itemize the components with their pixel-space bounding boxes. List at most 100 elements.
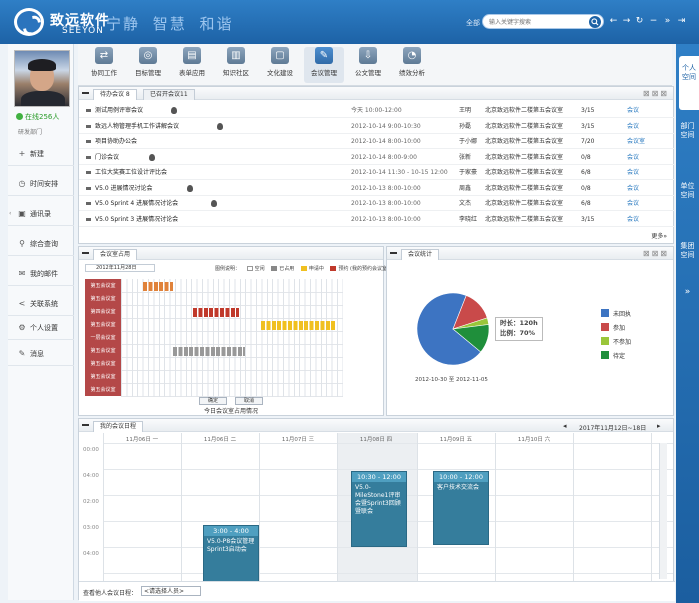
- sidebar-item-messages[interactable]: ✎ 消息: [8, 342, 74, 366]
- room-name[interactable]: 第五会议室: [85, 370, 121, 384]
- meeting-row[interactable]: V5.0 Sprint 4 进展情况讨论会 2012-10-13 8:00-10:…: [79, 196, 675, 211]
- meeting-type-link[interactable]: 会议: [627, 165, 639, 180]
- confirm-button[interactable]: 确定: [199, 397, 227, 405]
- meeting-row[interactable]: 门诊会议 2012-10-14 8:00-9:00 张新 北京致远软件二楼第五会议室 0…: [79, 150, 675, 165]
- more-tabs-icon[interactable]: »: [678, 288, 697, 300]
- collapse-up-icon[interactable]: »: [662, 16, 673, 27]
- day-header[interactable]: 11月10日 六: [495, 435, 573, 444]
- collapse-icon[interactable]: [390, 252, 397, 254]
- meeting-row[interactable]: 项目协助办公会 2012-10-14 8:00-10:00 于小娜 北京致远软件二楼第…: [79, 134, 675, 149]
- online-status[interactable]: 在线256人: [16, 112, 59, 122]
- meeting-title[interactable]: 测试用例评审会议: [95, 103, 143, 118]
- sidebar-item-linked-systems[interactable]: < 关联系统: [8, 292, 74, 316]
- tool-analysis[interactable]: ◔ 绩效分析: [392, 47, 432, 83]
- room-timeline[interactable]: [121, 383, 343, 397]
- room-name[interactable]: 第五会议室: [85, 279, 121, 293]
- room-name[interactable]: 第五会议室: [85, 344, 121, 358]
- tool-knowledge[interactable]: ▥ 知识社区: [216, 47, 256, 83]
- tool-collaboration[interactable]: ⇄ 协同工作: [84, 47, 124, 83]
- room-timeline[interactable]: [121, 305, 343, 319]
- tool-target-management[interactable]: ◎ 目标管理: [128, 47, 168, 83]
- meeting-title[interactable]: 致远人物管理手机工作讲解会议: [95, 119, 179, 134]
- tab-pending-meetings[interactable]: 待办会议 8: [93, 89, 137, 100]
- room-name[interactable]: 第五会议室: [85, 383, 121, 397]
- room-name[interactable]: 第四会议室: [85, 305, 121, 319]
- meeting-type-link[interactable]: 会议: [627, 119, 639, 134]
- more-meetings-link[interactable]: 更多»: [651, 231, 667, 240]
- tab-meeting-stats[interactable]: 会议统计: [401, 249, 440, 260]
- person-select[interactable]: <请选择人员>: [141, 586, 201, 596]
- tool-forms[interactable]: ▤ 表单应用: [172, 47, 212, 83]
- sidebar-item-schedule[interactable]: ◷ 时间安排: [8, 172, 74, 196]
- day-header[interactable]: 11月06日 二: [181, 435, 259, 444]
- meeting-type-link[interactable]: 会议: [627, 196, 639, 211]
- tool-culture[interactable]: ▢ 文化建设: [260, 47, 300, 83]
- date-picker[interactable]: 2012年11月28日: [85, 264, 155, 272]
- tab-group-space[interactable]: 集团空间: [678, 236, 697, 288]
- tool-documents[interactable]: ⇩ 公文管理: [348, 47, 388, 83]
- meeting-type-link[interactable]: 会议: [627, 181, 639, 196]
- room-timeline[interactable]: [121, 344, 343, 358]
- search-input[interactable]: [489, 17, 589, 27]
- calendar-scrollbar[interactable]: [659, 443, 667, 579]
- tab-unit-space[interactable]: 单位空间: [678, 176, 697, 228]
- room-timeline[interactable]: [121, 292, 343, 306]
- tool-meeting-management[interactable]: ✎ 会议管理: [304, 47, 344, 83]
- sidebar-item-mail[interactable]: ✉ 我的邮件: [8, 262, 74, 286]
- meeting-type-link[interactable]: 会议: [627, 212, 639, 227]
- tab-my-schedule[interactable]: 我的会议日程: [93, 421, 144, 432]
- prev-week-icon[interactable]: ◂: [563, 422, 567, 430]
- meeting-title[interactable]: V5.0 Sprint 3 进展情况讨论会: [95, 212, 178, 227]
- meeting-title[interactable]: 工位大奖赛工位设计评比会: [95, 165, 167, 180]
- collapse-icon[interactable]: [82, 92, 89, 94]
- meeting-type-link[interactable]: 会议: [627, 150, 639, 165]
- room-name[interactable]: 一层会议室: [85, 331, 121, 345]
- meeting-title[interactable]: 项目协助办公会: [95, 134, 137, 149]
- search-icon[interactable]: [589, 16, 601, 28]
- meeting-row[interactable]: 工位大奖赛工位设计评比会 2012-10-14 11:30 - 10-15 12:…: [79, 165, 675, 180]
- booking-bar[interactable]: [193, 308, 239, 317]
- room-name[interactable]: 第五会议室: [85, 357, 121, 371]
- meeting-row[interactable]: V5.0 Sprint 3 进展情况讨论会 2012-10-13 8:00-10:…: [79, 212, 675, 227]
- day-header[interactable]: 11月08日 四: [337, 435, 415, 444]
- room-timeline[interactable]: [121, 331, 343, 345]
- room-name[interactable]: 第五会议室: [85, 318, 121, 332]
- sidebar-item-contacts[interactable]: ‹ ▣ 通讯录: [8, 202, 74, 226]
- collapse-icon[interactable]: [82, 252, 89, 254]
- room-timeline[interactable]: [121, 279, 343, 293]
- booking-bar[interactable]: [261, 321, 335, 330]
- meeting-type-link[interactable]: 会议: [627, 103, 639, 118]
- tab-room-usage[interactable]: 会议室占用: [93, 249, 138, 260]
- meeting-title[interactable]: V5.0 进展情况讨论会: [95, 181, 153, 196]
- cancel-button[interactable]: 取消: [235, 397, 263, 405]
- meeting-row[interactable]: V5.0 进展情况讨论会 2012-10-13 8:00-10:00 周鑫 北京致远软…: [79, 181, 675, 196]
- collapse-icon[interactable]: [82, 424, 89, 426]
- meeting-title[interactable]: V5.0 Sprint 4 进展情况讨论会: [95, 196, 178, 211]
- calendar-event[interactable]: 3:00 - 4:00 V5.0-P8会议管理 Sprint3启动会: [203, 525, 259, 581]
- meeting-row[interactable]: 致远人物管理手机工作讲解会议 2012-10-14 9:00-10:30 孙磊 北京致…: [79, 119, 675, 134]
- next-week-icon[interactable]: ▸: [657, 422, 661, 430]
- meeting-row[interactable]: 测试用例评审会议 今天 10:00-12:00 王明 北京致远软件二楼第五会议室 3/1…: [79, 103, 675, 118]
- day-header[interactable]: 11月09日 五: [417, 435, 495, 444]
- room-timeline[interactable]: [121, 318, 343, 332]
- back-icon[interactable]: ←: [608, 16, 619, 27]
- calendar-event[interactable]: 10:30 - 12:00 V5.0-MileStone1评审会暨Sprint3回…: [351, 471, 407, 547]
- meeting-title[interactable]: 门诊会议: [95, 150, 119, 165]
- refresh-icon[interactable]: ↻: [634, 16, 645, 27]
- avatar[interactable]: [14, 50, 70, 107]
- panel-window-buttons[interactable]: ⊠⊠⊠: [643, 89, 669, 98]
- room-timeline[interactable]: [121, 370, 343, 384]
- tab-held-meetings[interactable]: 已召开会议11: [143, 89, 195, 100]
- booking-bar[interactable]: [143, 282, 173, 291]
- search-scope-select[interactable]: 全部: [466, 18, 480, 28]
- tab-personal-space[interactable]: 个人空间: [679, 56, 699, 110]
- day-header[interactable]: 11月07日 三: [259, 435, 337, 444]
- meeting-type-link[interactable]: 会议室: [627, 134, 645, 149]
- calendar-event[interactable]: 10:00 - 12:00 客户技术交流会: [433, 471, 489, 545]
- sidebar-item-search[interactable]: ⚲ 综合查询: [8, 232, 74, 256]
- panel-window-buttons[interactable]: ⊠⊠⊠: [643, 249, 669, 258]
- room-timeline[interactable]: [121, 357, 343, 371]
- minimize-icon[interactable]: −: [648, 16, 659, 27]
- sidebar-item-settings[interactable]: ⚙ 个人设置: [8, 316, 74, 340]
- room-name[interactable]: 第五会议室: [85, 292, 121, 306]
